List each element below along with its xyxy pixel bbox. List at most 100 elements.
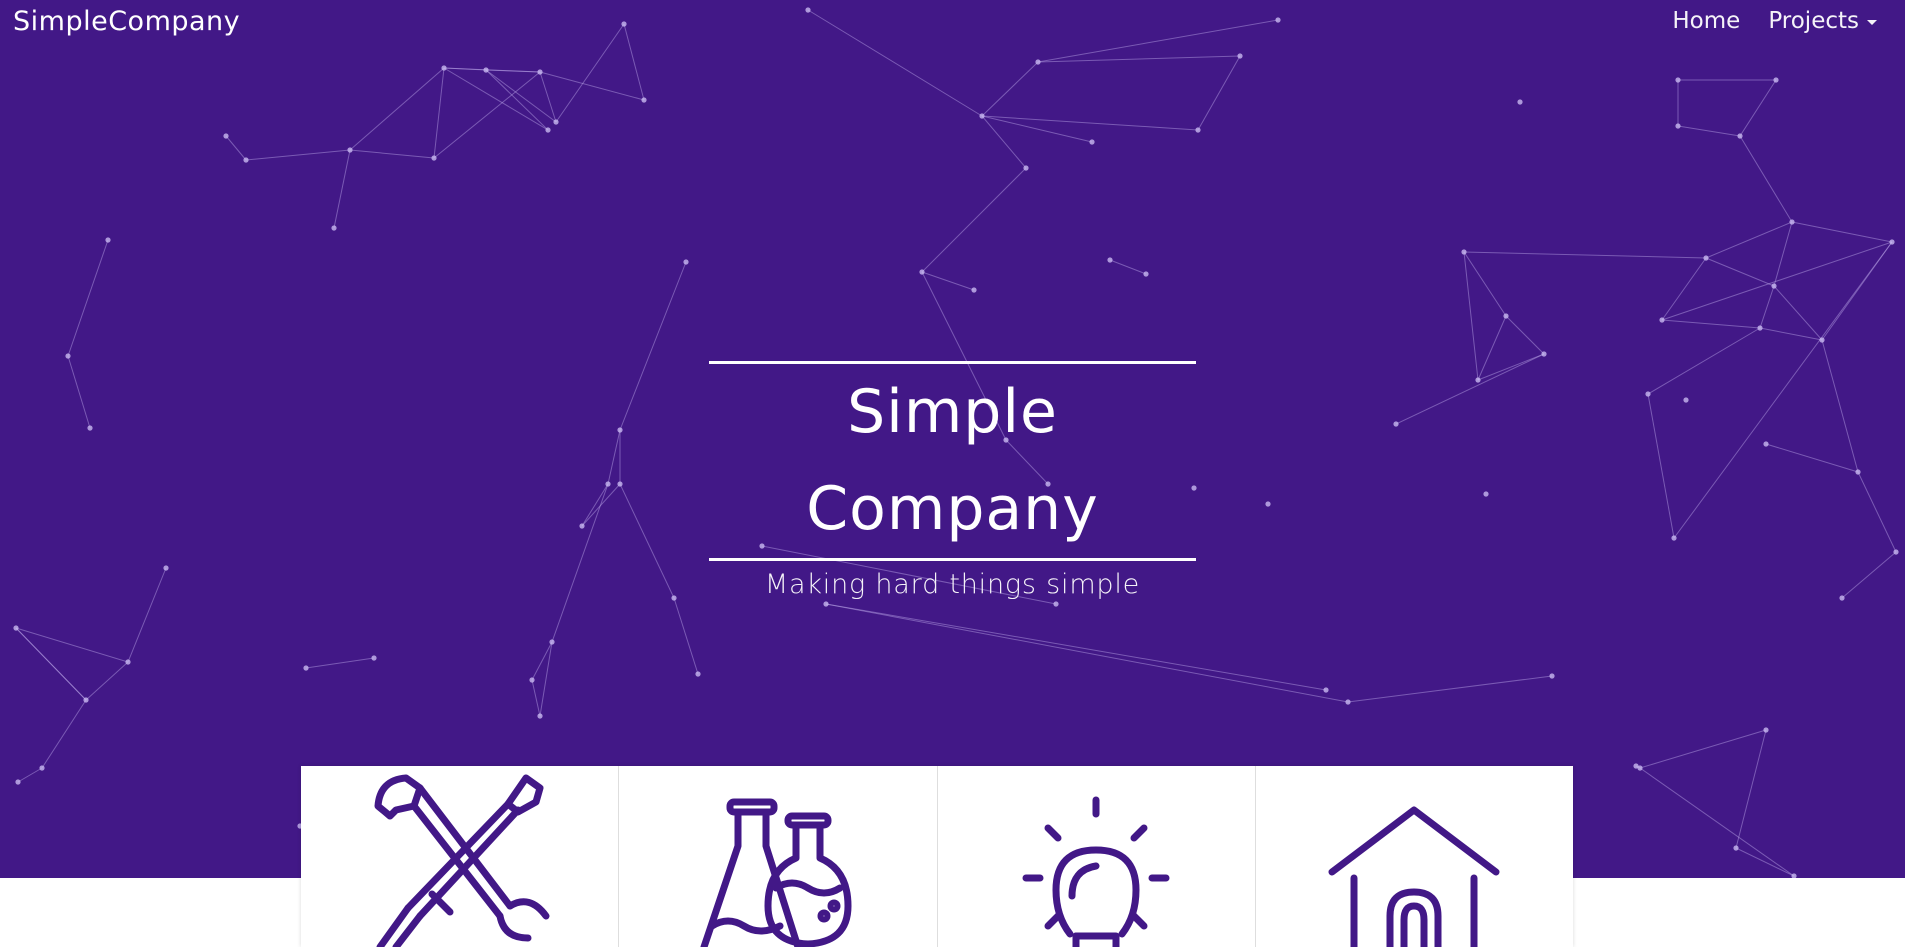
network-node: [39, 765, 45, 771]
network-link: [485, 69, 549, 131]
network-node: [1855, 469, 1861, 475]
network-link: [1739, 79, 1777, 137]
network-node: [1323, 687, 1329, 693]
network-node: [87, 425, 93, 431]
network-link: [619, 261, 687, 431]
network-link: [1639, 729, 1767, 769]
network-link: [1109, 259, 1147, 275]
network-node: [1483, 491, 1489, 497]
feature-card-tools[interactable]: [301, 766, 620, 947]
nav-home-link[interactable]: Home: [1672, 8, 1740, 34]
network-link: [1739, 135, 1793, 223]
caret-down-icon: [1867, 20, 1877, 25]
network-node: [979, 113, 985, 119]
network-node: [919, 269, 925, 275]
network-link: [433, 67, 445, 159]
network-node: [243, 157, 249, 163]
network-node: [971, 287, 977, 293]
network-link: [1647, 393, 1675, 539]
network-link: [1765, 443, 1859, 473]
network-node: [1889, 239, 1895, 245]
network-node: [1023, 165, 1029, 171]
network-link: [555, 23, 625, 123]
network-link: [433, 71, 541, 159]
network-node: [641, 97, 647, 103]
network-node: [553, 119, 559, 125]
network-node: [621, 21, 627, 27]
network-node: [1771, 283, 1777, 289]
network-node: [83, 697, 89, 703]
flasks-icon: [700, 798, 852, 947]
top-nav: Home Projects: [1672, 8, 1877, 34]
network-link: [1705, 257, 1775, 287]
network-node: [545, 127, 551, 133]
network-link: [305, 657, 375, 669]
network-link: [17, 767, 43, 783]
network-node: [303, 665, 309, 671]
brand-logo-link[interactable]: SimpleCompany: [13, 6, 240, 37]
network-node: [1683, 397, 1689, 403]
feature-card-science[interactable]: [619, 766, 938, 947]
feature-card-ideas[interactable]: [938, 766, 1256, 947]
network-node: [105, 237, 111, 243]
network-node: [683, 259, 689, 265]
network-link: [67, 239, 109, 357]
network-link: [127, 567, 167, 663]
network-link: [1395, 353, 1545, 425]
network-node: [1791, 873, 1797, 878]
nav-projects-label: Projects: [1768, 8, 1859, 34]
network-node: [529, 677, 535, 683]
network-node: [671, 595, 677, 601]
network-link: [85, 661, 129, 701]
title-bottom-rule: [709, 558, 1196, 561]
network-link: [673, 597, 699, 675]
feature-cards: [301, 766, 1573, 947]
network-link: [41, 699, 87, 769]
hero-title: Simple Company: [806, 377, 1099, 544]
network-node: [695, 671, 701, 677]
network-link: [1791, 221, 1893, 243]
network-node: [1143, 271, 1149, 277]
nav-home-label: Home: [1672, 8, 1741, 34]
network-node: [549, 639, 555, 645]
network-node: [1265, 501, 1271, 507]
network-link: [607, 429, 621, 485]
network-node: [1839, 595, 1845, 601]
network-node: [65, 353, 71, 359]
network-link: [349, 67, 445, 151]
hero-section: SimpleCompany Home Projects Simple Compa…: [0, 0, 1905, 878]
nav-projects-dropdown[interactable]: Projects: [1768, 8, 1877, 34]
network-node: [1893, 549, 1899, 555]
network-link: [1661, 257, 1707, 321]
network-node: [1675, 77, 1681, 83]
network-link: [807, 9, 983, 117]
network-link: [1673, 241, 1893, 539]
network-node: [823, 601, 829, 607]
hero-title-block: Simple Company Making hard things simple: [709, 361, 1196, 600]
network-node: [1733, 845, 1739, 851]
hero-subtitle: Making hard things simple: [764, 569, 1141, 600]
network-link: [1677, 125, 1741, 137]
network-node: [371, 655, 377, 661]
network-node: [1517, 99, 1523, 105]
network-link: [981, 61, 1039, 117]
network-node: [1789, 219, 1795, 225]
network-link: [1661, 241, 1893, 321]
network-node: [617, 427, 623, 433]
network-link: [1639, 767, 1795, 877]
network-link: [349, 149, 435, 159]
network-link: [1505, 315, 1545, 355]
network-node: [1659, 317, 1665, 323]
network-node: [1671, 535, 1677, 541]
network-node: [1819, 337, 1825, 343]
network-node: [1503, 313, 1509, 319]
network-link: [225, 135, 247, 161]
network-link: [1347, 675, 1553, 703]
network-link: [921, 167, 1027, 273]
network-node: [579, 523, 585, 529]
feature-card-home[interactable]: [1256, 766, 1573, 947]
network-link: [67, 355, 91, 429]
network-link: [825, 603, 1349, 703]
network-link: [1857, 471, 1897, 553]
network-link: [1647, 327, 1761, 395]
